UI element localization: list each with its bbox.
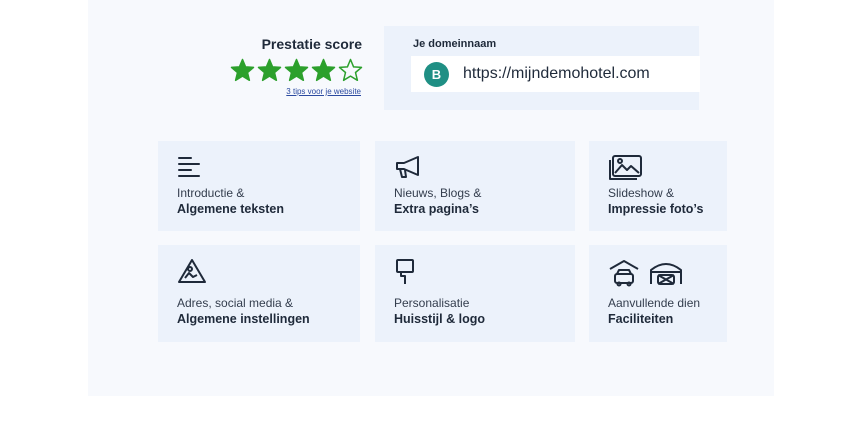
tips-link[interactable]: 3 tips voor je website [270, 87, 361, 96]
tile-aanvullende[interactable]: Aanvullende dien Faciliteiten [589, 245, 727, 342]
tile-subtitle: Slideshow & [608, 186, 675, 200]
text-lines-icon [177, 154, 203, 180]
tile-title: Algemene instellingen [177, 312, 310, 326]
domain-label: Je domeinnaam [413, 38, 497, 50]
tile-subtitle: Introductie & [177, 186, 245, 200]
paint-roller-icon [394, 258, 418, 286]
map-warning-icon [177, 258, 207, 284]
tile-title: Huisstijl & logo [394, 312, 485, 326]
tile-introductie[interactable]: Introductie & Algemene teksten [158, 141, 360, 231]
performance-score: Prestatie score [222, 36, 362, 52]
megaphone-icon [394, 154, 424, 180]
tile-title: Algemene teksten [177, 202, 284, 216]
star-rating [230, 58, 363, 83]
tile-subtitle: Nieuws, Blogs & [394, 186, 482, 200]
star-filled-icon [284, 58, 309, 83]
tile-slideshow[interactable]: Slideshow & Impressie foto’s [589, 141, 727, 231]
tile-adres[interactable]: Adres, social media & Algemene instellin… [158, 245, 360, 342]
tile-title: Impressie foto’s [608, 202, 704, 216]
tile-nieuws[interactable]: Nieuws, Blogs & Extra pagina’s [375, 141, 575, 231]
tile-subtitle: Aanvullende dien [608, 296, 701, 310]
star-filled-icon [311, 58, 336, 83]
star-filled-icon [257, 58, 282, 83]
star-empty-icon [338, 58, 363, 83]
parking-garage-icon [608, 258, 688, 288]
tile-title: Extra pagina’s [394, 202, 479, 216]
domain-card: Je domeinnaam B https://mijndemohotel.co… [384, 26, 700, 110]
tile-title: Faciliteiten [608, 312, 674, 326]
star-filled-icon [230, 58, 255, 83]
domain-field[interactable]: B https://mijndemohotel.com [411, 56, 700, 92]
tile-subtitle: Adres, social media & [177, 296, 294, 310]
tile-subtitle: Personalisatie [394, 296, 470, 310]
domain-url: https://mijndemohotel.com [463, 65, 650, 82]
brand-badge-icon: B [424, 61, 449, 87]
photos-icon [608, 154, 644, 182]
score-title: Prestatie score [261, 36, 362, 52]
tile-personalisatie[interactable]: Personalisatie Huisstijl & logo [375, 245, 575, 342]
